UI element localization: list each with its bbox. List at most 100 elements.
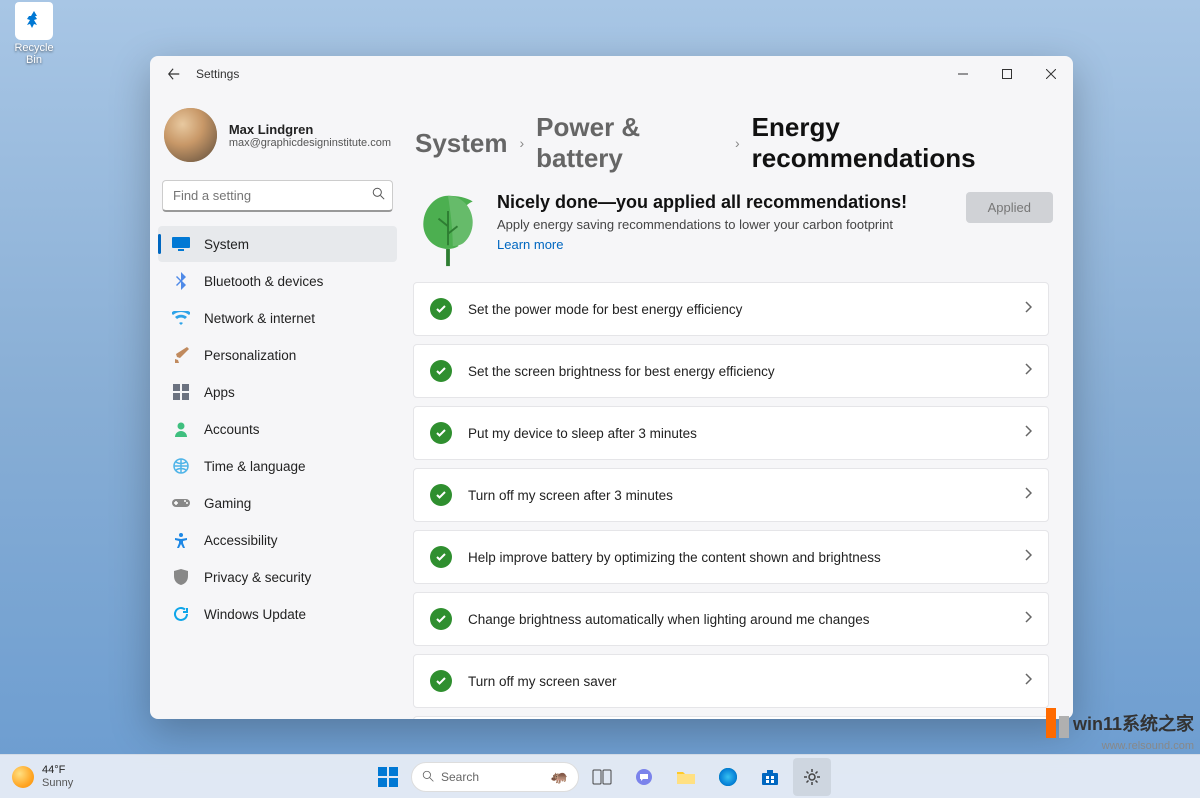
profile[interactable]: Max Lindgren max@graphicdesigninstitute.… [158,100,397,180]
close-icon [1046,69,1056,79]
recommendation-row[interactable]: Help improve battery by optimizing the c… [413,530,1049,584]
recommendation-row[interactable]: Put my device to sleep after 3 minutes [413,406,1049,460]
sidebar-item-accounts[interactable]: Accounts [158,411,397,447]
weather-cond: Sunny [42,777,73,789]
back-arrow-icon [167,67,181,81]
chevron-right-icon: › [520,135,525,151]
chevron-right-icon [1024,486,1032,504]
sidebar-item-label: Personalization [204,348,296,363]
check-icon [430,670,452,692]
watermark: win11系统之家 www.relsound.com [1046,708,1194,752]
check-icon [430,484,452,506]
chevron-right-icon [1024,362,1032,380]
breadcrumb-current: Energy recommendations [752,112,1053,174]
maximize-button[interactable] [985,59,1029,89]
task-view-button[interactable] [583,758,621,796]
start-button[interactable] [369,758,407,796]
edge-icon [718,767,738,787]
banner-subtitle: Apply energy saving recommendations to l… [497,217,948,232]
sidebar-item-label: Bluetooth & devices [204,274,323,289]
sidebar: Max Lindgren max@graphicdesigninstitute.… [150,92,405,719]
chevron-right-icon [1024,672,1032,690]
sidebar-item-personalization[interactable]: Personalization [158,337,397,373]
recommendation-label: Change brightness automatically when lig… [468,612,1024,627]
recommendation-row[interactable]: Turn off my screen after 3 minutes [413,468,1049,522]
minimize-icon [958,69,968,79]
search-input[interactable] [162,180,393,212]
sidebar-item-label: Network & internet [204,311,315,326]
search-icon [422,770,435,783]
sidebar-item-system[interactable]: System [158,226,397,262]
apps-icon [172,383,190,401]
folder-icon [676,769,696,785]
display-icon [172,235,190,253]
banner-title: Nicely done—you applied all recommendati… [497,192,948,213]
sidebar-item-apps[interactable]: Apps [158,374,397,410]
recommendation-row[interactable]: Set the screen brightness for best energ… [413,344,1049,398]
recommendation-label: Help improve battery by optimizing the c… [468,550,1024,565]
avatar [164,108,217,162]
gamepad-icon [172,494,190,512]
recommendation-row[interactable]: Stop USB devices when my screen is off t… [413,716,1049,719]
minimize-button[interactable] [941,59,985,89]
sidebar-item-time-language[interactable]: Time & language [158,448,397,484]
search-icon [372,187,385,205]
hippo-icon: 🦛 [551,768,568,785]
sidebar-item-label: Accessibility [204,533,278,548]
sidebar-item-label: Time & language [204,459,306,474]
sidebar-item-label: Gaming [204,496,251,511]
settings-window: Settings Max Lindgren max@graphicdesigni… [150,56,1073,719]
recommendation-label: Set the screen brightness for best energ… [468,364,1024,379]
recommendation-row[interactable]: Turn off my screen saver [413,654,1049,708]
sidebar-item-label: System [204,237,249,252]
check-icon [430,298,452,320]
taskbar-search[interactable]: Search 🦛 [411,762,579,792]
windows-icon [377,766,399,788]
explorer-button[interactable] [667,758,705,796]
sidebar-item-windows-update[interactable]: Windows Update [158,596,397,632]
search-box[interactable] [162,180,393,212]
recommendation-row[interactable]: Set the power mode for best energy effic… [413,282,1049,336]
sidebar-item-label: Accounts [204,422,260,437]
store-button[interactable] [751,758,789,796]
weather-widget[interactable]: 44°F Sunny [12,764,73,788]
edge-button[interactable] [709,758,747,796]
chat-button[interactable] [625,758,663,796]
breadcrumb-system[interactable]: System [415,128,508,159]
recommendation-label: Set the power mode for best energy effic… [468,302,1024,317]
settings-taskbar-button[interactable] [793,758,831,796]
sidebar-item-network-internet[interactable]: Network & internet [158,300,397,336]
accessibility-icon [172,531,190,549]
check-icon [430,360,452,382]
person-icon [172,420,190,438]
recycle-bin-icon [15,2,53,40]
leaf-icon [417,192,479,268]
nav: System Bluetooth & devices Network & inter… [158,226,397,632]
sidebar-item-accessibility[interactable]: Accessibility [158,522,397,558]
learn-more-link[interactable]: Learn more [497,237,563,252]
sidebar-item-label: Privacy & security [204,570,311,585]
chevron-right-icon: › [735,135,740,151]
chevron-right-icon [1024,300,1032,318]
breadcrumb: System › Power & battery › Energy recomm… [413,112,1053,174]
sidebar-item-gaming[interactable]: Gaming [158,485,397,521]
sidebar-item-privacy-security[interactable]: Privacy & security [158,559,397,595]
back-button[interactable] [158,58,190,90]
applied-button[interactable]: Applied [966,192,1053,223]
taskbar-search-placeholder: Search [441,770,479,784]
profile-email: max@graphicdesigninstitute.com [229,137,391,149]
sidebar-item-bluetooth-devices[interactable]: Bluetooth & devices [158,263,397,299]
banner: Nicely done—you applied all recommendati… [413,192,1053,268]
recycle-bin-label: Recycle Bin [8,42,60,66]
chevron-right-icon [1024,548,1032,566]
brush-icon [172,346,190,364]
breadcrumb-power[interactable]: Power & battery [536,112,723,174]
gear-icon [802,767,822,787]
main-content: System › Power & battery › Energy recomm… [405,92,1073,719]
profile-name: Max Lindgren [229,122,391,137]
recycle-bin[interactable]: Recycle Bin [8,2,60,66]
watermark-text: win11系统之家 [1073,710,1194,736]
task-view-icon [592,769,612,785]
close-button[interactable] [1029,59,1073,89]
recommendation-row[interactable]: Change brightness automatically when lig… [413,592,1049,646]
